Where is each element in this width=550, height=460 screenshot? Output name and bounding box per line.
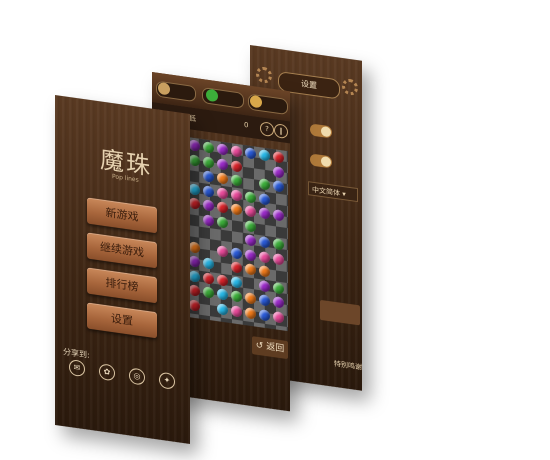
gear-icon <box>342 77 358 97</box>
board-ball[interactable] <box>217 302 228 316</box>
board-ball[interactable] <box>203 271 214 285</box>
board-ball[interactable] <box>245 205 256 218</box>
board-ball[interactable] <box>203 213 214 227</box>
board-ball[interactable] <box>259 294 270 307</box>
board-ball[interactable] <box>245 219 256 233</box>
board-ball[interactable] <box>273 310 284 324</box>
thanks-link[interactable]: 特别鸣谢 <box>334 359 362 373</box>
board-ball[interactable] <box>217 273 228 287</box>
undo-label: 返回 <box>266 342 285 355</box>
board-ball[interactable] <box>231 188 242 202</box>
board-ball[interactable] <box>273 252 284 266</box>
board-ball[interactable] <box>203 141 214 154</box>
board-ball[interactable] <box>245 263 256 276</box>
gear-icon <box>256 65 272 85</box>
board-ball[interactable] <box>273 165 284 179</box>
board-ball[interactable] <box>203 257 214 270</box>
best-score: 0 <box>244 120 249 130</box>
clock-icon <box>250 94 262 109</box>
board-ball[interactable] <box>259 236 270 249</box>
pause-icon[interactable]: ‖ <box>274 123 288 140</box>
board-ball[interactable] <box>189 182 200 196</box>
board-ball[interactable] <box>217 157 228 171</box>
board-ball[interactable] <box>189 255 200 268</box>
board-ball[interactable] <box>273 180 284 193</box>
board-ball[interactable] <box>245 147 256 160</box>
board-ball[interactable] <box>231 203 242 216</box>
board-ball[interactable] <box>217 201 228 214</box>
board-ball[interactable] <box>217 244 228 258</box>
share-label: 分享到: <box>63 347 90 360</box>
continue-button[interactable]: 继续游戏 <box>87 232 157 269</box>
board-ball[interactable] <box>231 174 242 187</box>
board-ball[interactable] <box>189 153 200 167</box>
board-ball[interactable] <box>231 304 242 318</box>
board-ball[interactable] <box>189 284 200 297</box>
board-ball[interactable] <box>259 178 270 191</box>
leaderboard-button[interactable]: 排行榜 <box>87 267 157 304</box>
board-ball[interactable] <box>189 298 200 312</box>
board-ball[interactable] <box>231 159 242 173</box>
settings-action-button[interactable] <box>320 299 360 326</box>
board-ball[interactable] <box>259 308 270 322</box>
board-ball[interactable] <box>259 149 270 162</box>
game-board[interactable] <box>188 137 288 332</box>
player-pill <box>156 80 196 103</box>
menu-screen: 魔珠 Pop lines 新游戏 继续游戏 排行榜 设置 分享到: ✉ ✿ ◎ … <box>55 95 190 444</box>
board-ball[interactable] <box>217 172 228 185</box>
avatar-icon <box>158 81 170 96</box>
board-ball[interactable] <box>217 186 228 200</box>
music-toggle[interactable] <box>310 153 332 169</box>
board-ball[interactable] <box>245 248 256 262</box>
board-ball[interactable] <box>203 199 214 212</box>
board-ball[interactable] <box>189 197 200 210</box>
next-ball-icon <box>206 88 218 103</box>
board-ball[interactable] <box>189 269 200 283</box>
board-ball[interactable] <box>231 145 242 158</box>
board-ball[interactable] <box>231 275 242 289</box>
weibo-icon[interactable]: ◎ <box>129 367 145 386</box>
new-game-button[interactable]: 新游戏 <box>87 197 157 234</box>
board-ball[interactable] <box>203 155 214 169</box>
board-ball[interactable] <box>273 209 284 222</box>
help-icon[interactable]: ? <box>260 121 274 138</box>
sound-toggle[interactable] <box>310 123 332 139</box>
board-ball[interactable] <box>273 296 284 309</box>
board-ball[interactable] <box>189 139 200 152</box>
board-ball[interactable] <box>273 151 284 164</box>
board-ball[interactable] <box>217 288 228 301</box>
board-ball[interactable] <box>217 215 228 229</box>
board-ball[interactable] <box>245 234 256 247</box>
board-ball[interactable] <box>203 286 214 299</box>
social-icon[interactable]: ✿ <box>99 363 115 382</box>
language-dropdown[interactable]: 中文简体 ▾ <box>308 181 358 203</box>
language-value: 中文简体 <box>312 185 340 198</box>
board-ball[interactable] <box>231 246 242 260</box>
other-share-icon[interactable]: ✦ <box>159 371 175 390</box>
board-ball[interactable] <box>259 279 270 293</box>
board-ball[interactable] <box>217 143 228 156</box>
board-ball[interactable] <box>189 240 200 254</box>
settings-button[interactable]: 设置 <box>87 302 157 339</box>
chat-icon[interactable]: ✉ <box>69 358 85 378</box>
next-balls-pill <box>202 87 244 109</box>
undo-button[interactable]: ↺ 返回 <box>252 336 288 360</box>
board-ball[interactable] <box>203 184 214 198</box>
board-ball[interactable] <box>245 292 256 305</box>
board-ball[interactable] <box>231 290 242 303</box>
board-ball[interactable] <box>245 190 256 204</box>
board-ball[interactable] <box>259 265 270 278</box>
board-ball[interactable] <box>231 261 242 274</box>
board-ball[interactable] <box>203 170 214 183</box>
board-ball[interactable] <box>273 238 284 251</box>
board-ball[interactable] <box>273 281 284 295</box>
board-ball[interactable] <box>245 306 256 320</box>
board-ball[interactable] <box>259 250 270 264</box>
timer-pill <box>248 93 288 116</box>
board-ball[interactable] <box>259 192 270 206</box>
board-ball[interactable] <box>259 207 270 220</box>
